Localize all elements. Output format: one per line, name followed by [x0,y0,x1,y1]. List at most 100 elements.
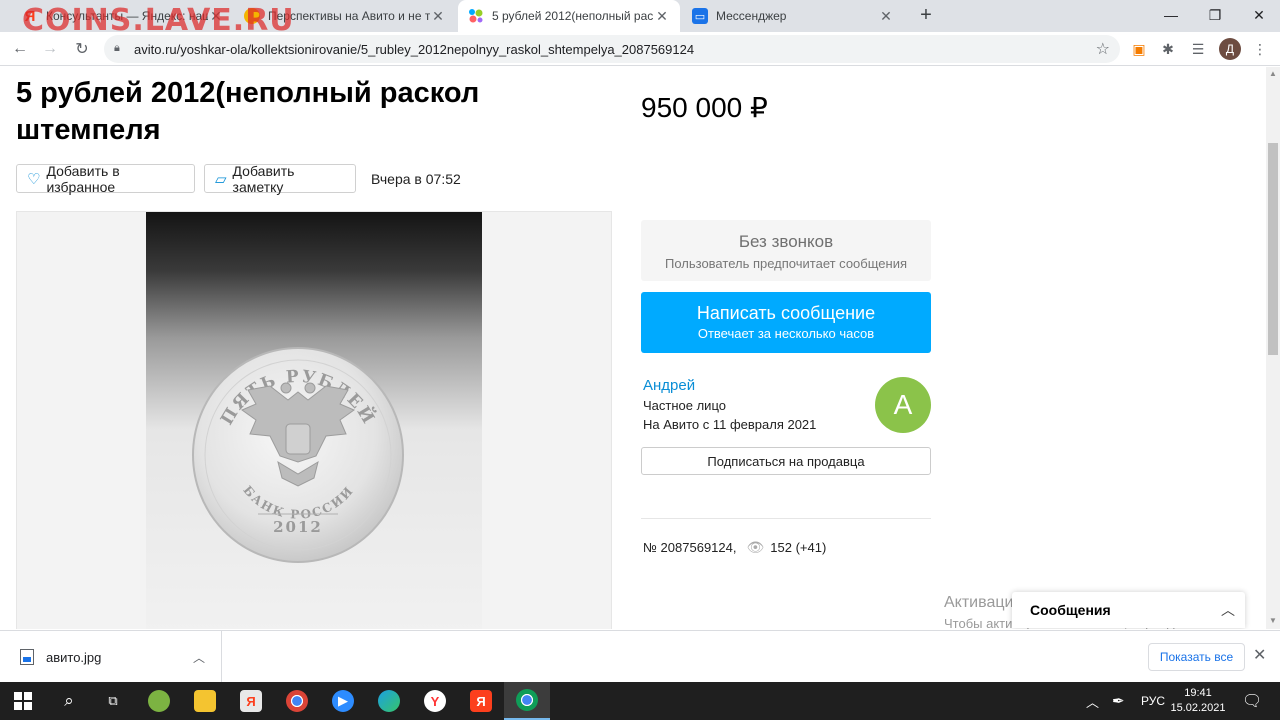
divider [641,518,931,519]
maximize-button[interactable]: ❐ [1192,0,1238,30]
taskbar-zoom[interactable]: ▶ [320,682,366,720]
lock-icon: 🔒︎ [114,42,120,54]
reading-list-icon[interactable]: ☰ [1188,39,1208,59]
reload-button[interactable]: ↻ [70,37,94,61]
eye-icon: 👁︎ [746,539,765,555]
coin-photo[interactable]: ПЯТЬ РУБЛЕЙ БАНК РОССИИ 2012 [146,212,482,629]
chevron-up-icon[interactable]: ︿ [1221,600,1245,620]
taskbar-yandex[interactable]: Я [458,682,504,720]
tray-chevron-up-icon[interactable]: ︿ [1086,682,1099,720]
minimize-button[interactable]: — [1148,0,1194,30]
close-download-bar-icon[interactable]: ✕ [1253,645,1266,665]
heart-icon: ♡ [27,170,41,188]
new-tab-button[interactable]: + [914,4,938,27]
clock-date: 15.02.2021 [1170,702,1226,714]
task-view-icon: ⧉ [108,693,118,708]
no-calls-title: Без звонков [738,232,834,251]
write-message-subtitle: Отвечает за несколько часов [697,326,875,341]
taskbar-clock[interactable]: 19:41 15.02.2021 [1168,686,1228,716]
no-calls-notice: Без звонков Пользователь предпочитает со… [641,220,931,281]
messenger-icon: ▭ [692,8,708,24]
coin-image: ПЯТЬ РУБЛЕЙ БАНК РОССИИ 2012 [192,347,404,563]
browser-toolbar: ← → ↻ 🔒︎ avito.ru/yoshkar-ola/kollektsio… [0,32,1280,66]
address-text: avito.ru/yoshkar-ola/kollektsionirovanie… [134,41,695,57]
folder-icon [194,690,216,712]
clock-time: 19:41 [1184,687,1212,699]
bookmark-star-icon[interactable]: ☆ [1096,39,1110,59]
scrollbar-thumb[interactable] [1268,143,1278,355]
taskbar-yandex-app[interactable]: Я [228,682,274,720]
show-all-downloads-button[interactable]: Показать все [1148,643,1245,671]
scroll-down-arrow-icon[interactable]: ▼ [1269,616,1277,625]
add-favorite-button[interactable]: ♡ Добавить в избранное [16,162,195,195]
taskbar-chrome[interactable] [274,682,320,720]
forward-button[interactable]: → [38,37,62,61]
messages-panel[interactable]: Сообщения ︿ [1012,592,1245,628]
chevron-up-icon[interactable]: ︿ [193,649,205,666]
taskbar-chrome-active[interactable] [504,682,550,720]
views-count: 152 (+41) [770,540,827,555]
seller-avatar[interactable]: А [875,377,931,433]
listing-meta: № 2087569124, 👁︎ 152 (+41) [643,539,826,556]
note-icon: ▱ [215,170,227,188]
download-item[interactable]: авито.jpg ︿ [0,631,222,683]
photo-gallery[interactable]: ПЯТЬ РУБЛЕЙ БАНК РОССИИ 2012 [16,211,612,629]
seller-type: Частное лицо [643,398,726,413]
shopping-extension-icon[interactable]: ▣ [1129,39,1149,59]
tab-listing[interactable]: 5 рублей 2012(неполный раско ✕ [458,0,680,32]
messages-panel-title: Сообщения [1030,602,1111,618]
taskbar-yandex-browser[interactable]: Y [412,682,458,720]
close-window-button[interactable]: ✕ [1236,0,1280,30]
back-button[interactable]: ← [8,37,32,61]
language-indicator[interactable]: РУС [1141,682,1165,720]
subscribe-seller-button[interactable]: Подписаться на продавца [641,447,931,475]
chrome-icon [516,689,538,711]
tab-title: 5 рублей 2012(неполный раско [492,9,654,23]
windows-taskbar: ⌕ ⧉ Я ▶ Y Я ︿ ✒ РУС 19:41 15.02.2021 🗨︎ [0,682,1280,720]
add-favorite-label: Добавить в избранное [46,162,120,195]
image-file-icon [20,649,34,665]
taskbar-file-explorer[interactable] [182,682,228,720]
seller-since: На Авито с 11 февраля 2021 [643,417,817,432]
add-note-label: Добавить заметку [232,162,295,195]
yandex-app-icon: Я [240,690,262,712]
add-note-button[interactable]: ▱ Добавить заметку [204,162,356,195]
yandex-browser-icon: Y [424,690,446,712]
windows-logo-icon [14,692,32,710]
pen-icon[interactable]: ✒ [1112,682,1125,720]
address-bar[interactable]: 🔒︎ avito.ru/yoshkar-ola/kollektsionirova… [104,35,1120,63]
avito-icon [468,8,484,24]
taskbar-edge[interactable] [366,682,412,720]
search-icon: ⌕ [64,691,74,710]
listing-date: Вчера в 07:52 [371,171,461,187]
close-tab-icon[interactable]: ✕ [430,8,446,25]
edge-icon [378,690,400,712]
chrome-icon [286,690,308,712]
close-tab-icon[interactable]: ✕ [878,8,894,25]
zoom-icon: ▶ [332,690,354,712]
tab-messenger[interactable]: ▭ Мессенджер ✕ [682,0,904,32]
page-content: 5 рублей 2012(неполный раскол штемпеля 9… [0,67,1266,629]
download-filename: авито.jpg [46,649,102,665]
extensions-icon[interactable]: ✱ [1158,39,1178,59]
no-calls-subtitle: Пользователь предпочитает сообщения [664,256,907,271]
task-view-button[interactable]: ⧉ [90,682,136,720]
write-message-button[interactable]: Написать сообщение Отвечает за несколько… [641,292,931,353]
notifications-icon[interactable]: 🗨︎ [1242,682,1262,720]
profile-avatar[interactable]: Д [1219,38,1241,60]
menu-icon[interactable]: ⋮ [1250,39,1270,59]
search-button[interactable]: ⌕ [46,682,92,720]
scroll-up-arrow-icon[interactable]: ▲ [1269,69,1277,78]
listing-title: 5 рублей 2012(неполный раскол штемпеля [16,77,480,146]
download-bar: авито.jpg ︿ Показать все ✕ [0,630,1280,683]
seller-name-link[interactable]: Андрей [643,377,695,394]
listing-number: № 2087569124, [643,540,737,555]
close-tab-icon[interactable]: ✕ [654,8,670,25]
start-button[interactable] [0,682,46,720]
tab-strip: Я Консультанты — Яндекс: нашл ✕ Перспект… [0,0,1280,36]
tab-title: Мессенджер [716,9,787,23]
page-scrollbar[interactable]: ▲ ▼ [1266,67,1280,629]
taskbar-app-lollipop[interactable] [136,682,182,720]
write-message-label: Написать сообщение [696,303,876,323]
coin-year: 2012 [273,518,323,536]
